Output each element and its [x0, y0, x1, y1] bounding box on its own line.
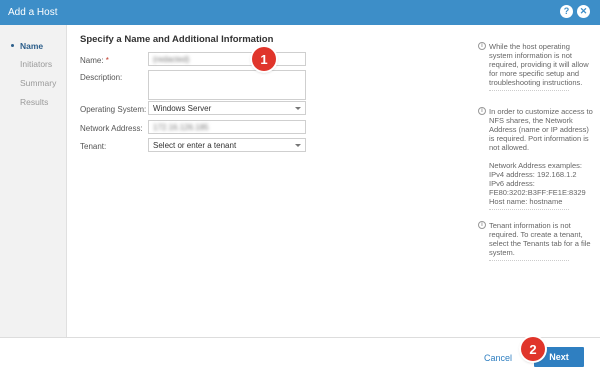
- help-network-text: In order to customize access to NFS shar…: [489, 107, 593, 152]
- help-os: i While the host operating system inform…: [478, 42, 593, 91]
- help-tenant: i Tenant information is not required. To…: [478, 221, 593, 261]
- help-network-ipv6: IPv6 address: FE80:3202:B3FF:FE1E:8329: [489, 179, 586, 197]
- dialog-title: Add a Host: [8, 7, 58, 18]
- step-label: Summary: [20, 78, 57, 88]
- network-label: Network Address:: [80, 124, 143, 133]
- divider: [489, 260, 569, 261]
- tenant-label: Tenant:: [80, 142, 107, 151]
- os-select[interactable]: Windows Server: [148, 101, 306, 115]
- help-tenant-text: Tenant information is not required. To c…: [489, 221, 591, 257]
- step-name[interactable]: Name: [11, 41, 44, 51]
- divider: [489, 209, 569, 210]
- step-summary[interactable]: Summary: [20, 78, 56, 88]
- step-label: Initiators: [20, 59, 53, 69]
- step-results[interactable]: Results: [20, 97, 48, 107]
- help-network-ipv4: IPv4 address: 192.168.1.2: [489, 170, 577, 179]
- tenant-select[interactable]: Select or enter a tenant: [148, 138, 306, 152]
- info-icon: i: [478, 42, 486, 50]
- info-icon: i: [478, 221, 486, 229]
- titlebar-icons: ? ✕: [560, 5, 590, 18]
- step-label: Results: [20, 97, 49, 107]
- wizard-steps: Name Initiators Summary Results: [0, 25, 67, 337]
- callout-badge-1: 1: [252, 47, 276, 71]
- divider: [489, 90, 569, 91]
- cancel-button[interactable]: Cancel: [484, 353, 512, 363]
- description-label: Description:: [80, 73, 123, 82]
- tenant-value: Select or enter a tenant: [153, 140, 237, 150]
- name-label: Name: *: [80, 56, 109, 65]
- chevron-down-icon: [295, 143, 301, 147]
- name-input[interactable]: (redacted): [148, 52, 306, 66]
- callout-badge-2: 2: [521, 337, 545, 361]
- step-initiators[interactable]: Initiators: [20, 59, 52, 69]
- network-value: 172.16.126.185: [153, 123, 209, 132]
- step-label: Name: [20, 41, 44, 51]
- info-icon: i: [478, 107, 486, 115]
- help-network-examples-title: Network Address examples:: [489, 161, 582, 170]
- os-label: Operating System:: [80, 105, 147, 114]
- network-address-input[interactable]: 172.16.126.185: [148, 120, 306, 134]
- form-panel: Specify a Name and Additional Informatio…: [68, 25, 462, 337]
- form-heading: Specify a Name and Additional Informatio…: [80, 34, 274, 45]
- dialog-titlebar: Add a Host ? ✕: [0, 0, 600, 25]
- help-icon[interactable]: ?: [560, 5, 573, 18]
- dialog-footer: Cancel Next: [0, 337, 600, 377]
- close-icon[interactable]: ✕: [577, 5, 590, 18]
- required-mark: *: [105, 56, 109, 65]
- help-network: i In order to customize access to NFS sh…: [478, 107, 593, 210]
- help-network-hostname: Host name: hostname: [489, 197, 563, 206]
- description-input[interactable]: [148, 70, 306, 100]
- active-step-dot: [11, 44, 14, 47]
- os-value: Windows Server: [153, 103, 212, 113]
- help-os-text: While the host operating system informat…: [489, 42, 589, 87]
- name-value: (redacted): [153, 55, 190, 64]
- chevron-down-icon: [295, 106, 301, 110]
